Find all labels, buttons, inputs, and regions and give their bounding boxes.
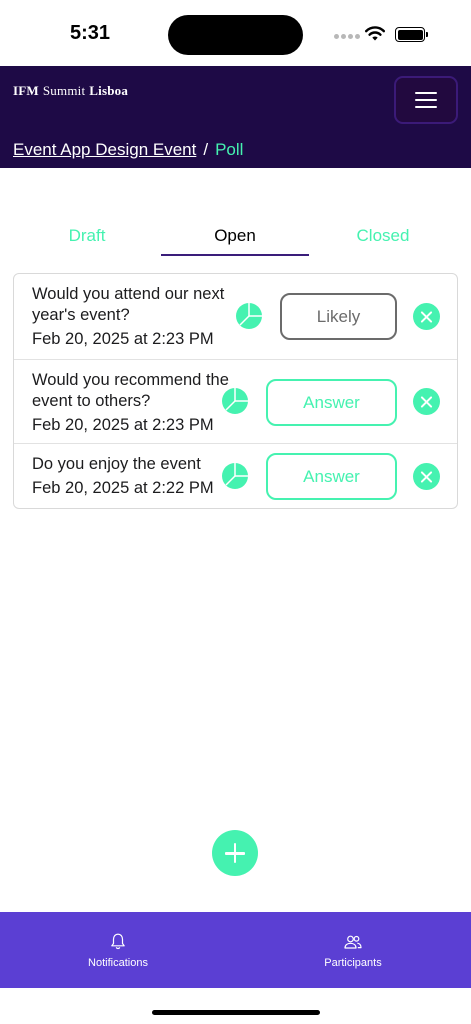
wifi-icon — [365, 26, 385, 41]
brand-part-2: Summit — [42, 83, 86, 98]
nav-item-notifications[interactable]: Notifications — [38, 912, 198, 988]
poll-status-tabs: Draft Open Closed — [13, 222, 458, 256]
poll-row: Do you enjoy the event Feb 20, 2025 at 2… — [14, 443, 457, 509]
poll-question: Would you recommend the event to others? — [32, 371, 229, 410]
poll-info: Do you enjoy the event Feb 20, 2025 at 2… — [32, 454, 242, 499]
answer-button[interactable]: Answer — [266, 453, 397, 500]
delete-poll-close-icon[interactable] — [413, 303, 440, 330]
breadcrumb-current: Poll — [215, 140, 244, 159]
tab-draft[interactable]: Draft — [13, 222, 161, 256]
delete-poll-close-icon[interactable] — [413, 463, 440, 490]
nav-label-participants: Participants — [324, 957, 382, 969]
poll-question: Do you enjoy the event — [32, 455, 201, 473]
poll-row: Would you recommend the event to others?… — [14, 359, 457, 443]
breadcrumb-separator: / — [203, 140, 209, 159]
hamburger-icon-line — [415, 106, 437, 108]
dynamic-island — [168, 15, 303, 55]
cellular-signal-icon — [334, 34, 360, 39]
tab-open[interactable]: Open — [161, 222, 309, 256]
home-indicator — [152, 1010, 320, 1015]
poll-date: Feb 20, 2025 at 2:22 PM — [32, 479, 214, 497]
menu-button[interactable] — [394, 76, 458, 124]
pie-chart-icon[interactable] — [221, 387, 249, 415]
poll-date: Feb 20, 2025 at 2:23 PM — [32, 330, 214, 348]
delete-poll-close-icon[interactable] — [413, 388, 440, 415]
poll-response-button[interactable]: Likely — [280, 293, 397, 340]
brand-part-3: Lisboa — [89, 83, 129, 98]
app-header: IFM Summit Lisboa Event App Design Event / P… — [0, 66, 471, 168]
breadcrumb: Event App Design Event / Poll — [13, 140, 243, 160]
answer-button[interactable]: Answer — [266, 379, 397, 426]
poll-info: Would you attend our next year's event? … — [32, 284, 242, 350]
bottom-nav: Notifications Participants — [0, 912, 471, 988]
hamburger-icon-line — [415, 99, 437, 101]
hamburger-icon-line — [415, 92, 437, 94]
add-poll-plus-icon[interactable] — [212, 830, 258, 876]
pie-chart-icon[interactable] — [221, 462, 249, 490]
nav-item-participants[interactable]: Participants — [273, 912, 433, 988]
brand-logo: IFM Summit Lisboa — [13, 83, 128, 99]
poll-info: Would you recommend the event to others?… — [32, 370, 242, 436]
poll-list: Would you attend our next year's event? … — [13, 273, 458, 509]
pie-chart-icon[interactable] — [235, 302, 263, 330]
users-icon — [344, 935, 362, 949]
battery-icon — [395, 27, 428, 42]
poll-date: Feb 20, 2025 at 2:23 PM — [32, 416, 214, 434]
poll-question: Would you attend our next year's event? — [32, 285, 225, 324]
poll-row: Would you attend our next year's event? … — [14, 274, 457, 359]
tab-closed[interactable]: Closed — [309, 222, 457, 256]
status-time: 5:31 — [70, 22, 111, 44]
status-bar: 5:31 — [0, 0, 471, 66]
brand-part-1: IFM — [13, 83, 39, 98]
breadcrumb-parent-link[interactable]: Event App Design Event — [13, 140, 196, 159]
bell-icon — [111, 933, 125, 950]
nav-label-notifications: Notifications — [88, 957, 148, 969]
